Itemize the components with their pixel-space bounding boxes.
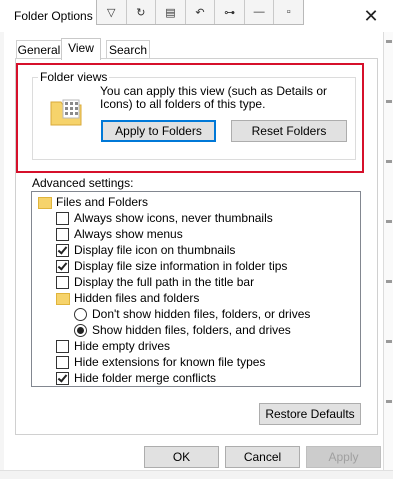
settings-radio-item[interactable]: Don't show hidden files, folders, or dri… — [74, 306, 360, 322]
settings-category: Hidden files and folders — [56, 290, 360, 306]
quick-access-toolbar: ▽ ↻ ▤ ↶ ⊶ — ▫ — [96, 0, 304, 25]
checkbox[interactable] — [56, 228, 69, 241]
radio-button[interactable] — [74, 324, 87, 337]
settings-item-label: Hide extensions for known file types — [74, 355, 266, 369]
advanced-settings-label: Advanced settings: — [32, 176, 134, 190]
background-tick — [386, 340, 392, 343]
apply-button[interactable]: Apply — [306, 446, 381, 468]
checkbox[interactable] — [56, 356, 69, 369]
settings-checkbox-item[interactable]: Hide folder merge conflicts — [56, 370, 360, 386]
radio-button[interactable] — [74, 308, 87, 321]
reset-folders-button[interactable]: Reset Folders — [231, 120, 347, 142]
background-tick — [386, 100, 392, 103]
undo-icon[interactable]: ↶ — [186, 0, 216, 24]
background-tick — [386, 160, 392, 163]
checkbox[interactable] — [56, 276, 69, 289]
tab-view[interactable]: View — [61, 38, 101, 60]
settings-radio-item[interactable]: Show hidden files, folders, and drives — [74, 322, 360, 338]
settings-item-label: Display file icon on thumbnails — [74, 243, 236, 257]
cancel-button[interactable]: Cancel — [225, 446, 300, 468]
folder-views-description: You can apply this view (such as Details… — [100, 84, 328, 111]
background-window-edge — [0, 32, 4, 478]
checkbox[interactable] — [56, 372, 69, 385]
background-tick — [386, 280, 392, 283]
folder-icon — [56, 293, 70, 305]
folder-view-icon — [50, 99, 82, 126]
settings-checkbox-item[interactable]: Display file icon on thumbnails — [56, 242, 360, 258]
background-tick — [386, 40, 392, 43]
settings-item-label: Hidden files and folders — [74, 291, 200, 305]
save-icon[interactable]: ▤ — [156, 0, 186, 24]
settings-item-label: Display the full path in the title bar — [74, 275, 255, 289]
settings-item-label: Always show menus — [74, 227, 183, 241]
advanced-settings-list[interactable]: Hide folder merge conflicts Hide extensio… — [31, 191, 361, 387]
background-tick — [386, 400, 392, 403]
settings-item-label: Hide empty drives — [74, 339, 171, 353]
rotate-icon[interactable]: ↻ — [127, 0, 157, 24]
apply-to-folders-button[interactable]: Apply to Folders — [101, 120, 216, 142]
minimize-icon[interactable]: — — [245, 0, 275, 24]
settings-checkbox-item[interactable]: Hide empty drives — [56, 338, 360, 354]
settings-checkbox-item[interactable]: Hide extensions for known file types — [56, 354, 360, 370]
checkbox[interactable] — [56, 244, 69, 257]
checkbox[interactable] — [56, 260, 69, 273]
tab-search[interactable]: Search — [106, 40, 150, 59]
settings-item-label: Files and Folders — [56, 195, 149, 209]
restore-icon[interactable]: ▫ — [274, 0, 303, 24]
restore-defaults-button[interactable]: Restore Defaults — [259, 403, 361, 425]
ok-button[interactable]: OK — [144, 446, 219, 468]
settings-item-label: Display file size information in folder … — [74, 259, 288, 273]
folder-views-label: Folder views — [38, 70, 110, 84]
folder-icon — [38, 197, 52, 209]
window-title: Folder Options — [14, 9, 93, 23]
settings-item-label: Show hidden files, folders, and drives — [92, 323, 291, 337]
connect-icon[interactable]: ⊶ — [215, 0, 245, 24]
collapse-icon[interactable]: ▽ — [97, 0, 127, 24]
settings-item-label: Hide folder merge conflicts — [74, 371, 217, 385]
background-window-strip — [383, 0, 393, 478]
settings-checkbox-item[interactable]: Display file size information in folder … — [56, 258, 360, 274]
background-tick — [386, 220, 392, 223]
checkbox[interactable] — [56, 340, 69, 353]
settings-checkbox-item[interactable]: Always show icons, never thumbnails — [56, 210, 360, 226]
settings-item-label: Don't show hidden files, folders, or dri… — [92, 307, 311, 321]
settings-category: Files and Folders — [38, 194, 360, 210]
settings-checkbox-item[interactable]: Display the full path in the title bar — [56, 274, 360, 290]
checkbox[interactable] — [56, 212, 69, 225]
close-icon[interactable]: ✕ — [361, 6, 381, 26]
settings-checkbox-item[interactable]: Always show menus — [56, 226, 360, 242]
tab-general[interactable]: General — [16, 40, 62, 59]
settings-item-label: Always show icons, never thumbnails — [74, 211, 273, 225]
